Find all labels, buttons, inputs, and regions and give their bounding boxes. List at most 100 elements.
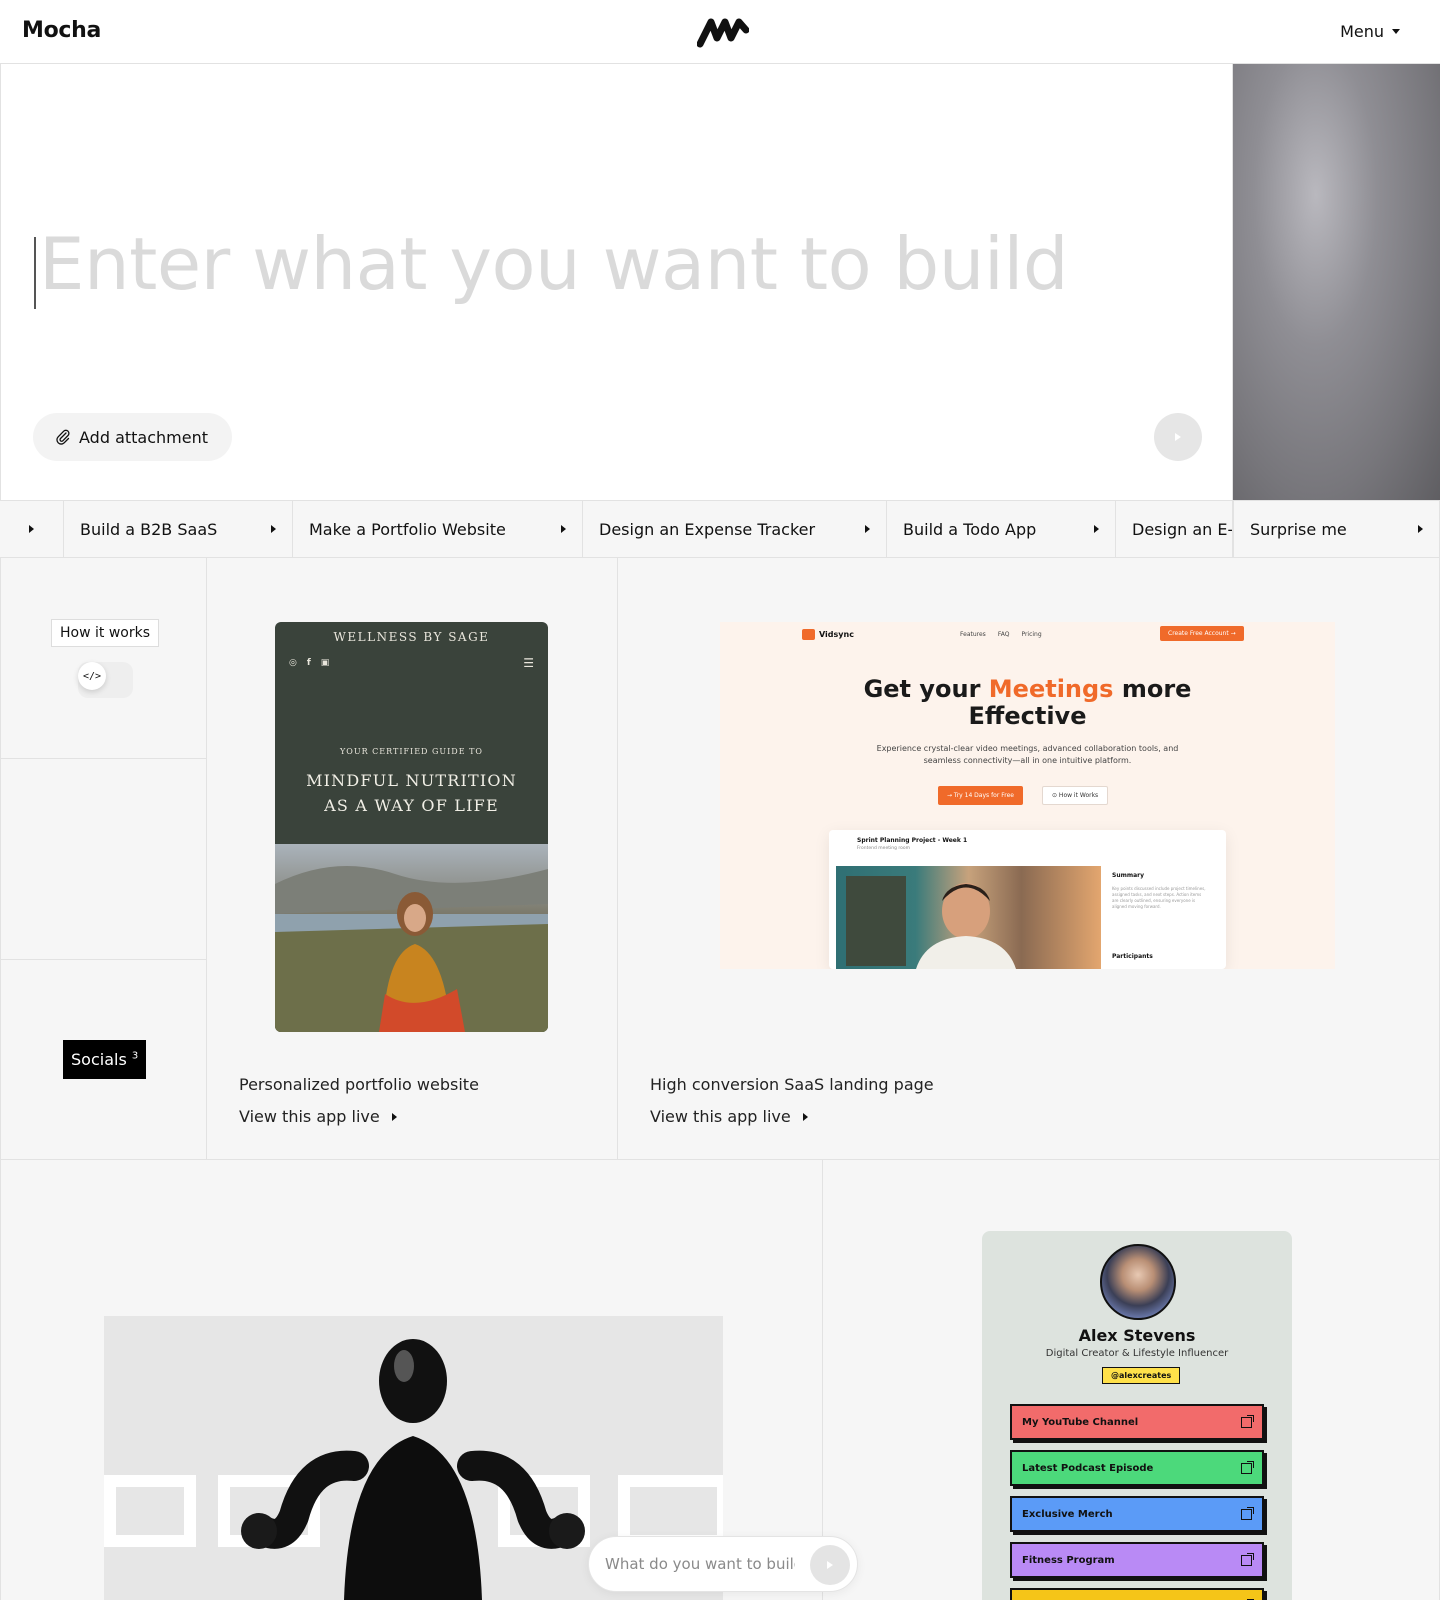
showcase-caption: High conversion SaaS landing page [650, 1075, 934, 1094]
preview-participants-label: Participants [1112, 953, 1153, 960]
view-app-live-label: View this app live [239, 1107, 380, 1126]
preview-nav: Features FAQ Pricing [960, 631, 1042, 638]
profile-name: Alex Stevens [1078, 1326, 1196, 1345]
top-nav: Mocha Menu [0, 0, 1440, 64]
how-it-works-label[interactable]: How it works [51, 619, 159, 647]
floating-prompt-bar [588, 1536, 858, 1592]
preview-summary-text: Key points discussed include project tim… [1112, 886, 1206, 909]
suggestion-label: Build a B2B SaaS [80, 519, 218, 539]
suggestion-chip[interactable]: Design an Expense Tracker [583, 501, 887, 557]
headline-part: Get your [863, 675, 989, 703]
avatar [1100, 1244, 1176, 1320]
suggestion-chip[interactable]: Build a Todo App [887, 501, 1116, 557]
profile-title: Digital Creator & Lifestyle Influencer [1045, 1348, 1229, 1359]
preview-nav-item: Pricing [1021, 631, 1042, 638]
socials-label: Socials [71, 1050, 127, 1069]
instagram-icon: ◎ [289, 658, 297, 668]
play-arrow-icon [827, 1561, 833, 1569]
preview-site-title: WELLNESS BY SAGE [333, 630, 490, 644]
external-link-icon [1241, 1414, 1254, 1428]
surprise-me-button[interactable]: Surprise me [1233, 501, 1440, 557]
suggestion-chip[interactable]: Make a Portfolio Website [293, 501, 583, 557]
preview-app-title: Sprint Planning Project - Week 1 [857, 837, 968, 844]
suggestion-bar: Build a B2B SaaS Make a Portfolio Websit… [0, 500, 1440, 558]
socials-count: 3 [131, 1050, 139, 1062]
preview-headline: MINDFUL NUTRITION AS A WAY OF LIFE [275, 768, 548, 818]
play-arrow-icon [1418, 525, 1423, 533]
play-arrow-icon [271, 525, 276, 533]
external-link-icon [1241, 1552, 1254, 1566]
profile-link-button: My YouTube Channel [1010, 1404, 1264, 1440]
add-attachment-label: Add attachment [79, 427, 208, 447]
brand-wordmark[interactable]: Mocha [22, 18, 101, 43]
video-call-frame [836, 866, 1101, 969]
profile-link-button: Fitness Program [1010, 1542, 1264, 1578]
socials-cell: Socials 3 [0, 960, 207, 1160]
preview-headline-line2: AS A WAY OF LIFE [324, 796, 499, 815]
facebook-icon: f [306, 658, 311, 668]
submit-prompt-button[interactable] [1154, 413, 1202, 461]
floating-prompt-input[interactable] [605, 1555, 795, 1573]
portfolio-preview[interactable]: WELLNESS BY SAGE ◎ f ▣ ☰ YOUR CERTIFIED … [275, 622, 548, 1032]
play-arrow-icon [561, 525, 566, 533]
preview-hero-photo [275, 844, 548, 1032]
external-link-icon [1241, 1460, 1254, 1474]
view-app-live-label: View this app live [650, 1107, 791, 1126]
man-video-photo [846, 876, 1016, 969]
build-prompt-input[interactable] [39, 222, 1139, 306]
paperclip-icon [56, 429, 70, 445]
video-camera-icon [802, 629, 815, 640]
view-app-live-link[interactable]: View this app live [650, 1107, 808, 1126]
preview-logo-text: Vidsync [819, 630, 854, 639]
how-it-works-cell: How it works </> [0, 558, 207, 759]
preview-headline: Get your Meetings more Effective [720, 676, 1335, 730]
woman-landscape-photo [275, 866, 548, 1032]
code-view-toggle[interactable]: </> [78, 662, 106, 690]
empty-cell [0, 759, 207, 960]
profile-link-button: Exclusive Merch [1010, 1496, 1264, 1532]
social-icons-row: ◎ f ▣ [289, 658, 329, 668]
profile-link-label: My YouTube Channel [1022, 1416, 1139, 1428]
profile-link-button [1010, 1588, 1264, 1600]
play-arrow-icon [1094, 525, 1099, 533]
prompt-panel: Add attachment [0, 64, 1233, 500]
hamburger-icon: ☰ [523, 656, 534, 670]
chevron-down-icon [1392, 29, 1400, 34]
profile-handle-badge: @alexcreates [1102, 1367, 1181, 1384]
saas-preview[interactable]: Vidsync Features FAQ Pricing Create Free… [720, 622, 1335, 969]
profile-link-label: Exclusive Merch [1022, 1508, 1113, 1520]
preview-primary-button: → Try 14 Days for Free [938, 786, 1023, 805]
preview-logo: Vidsync [802, 629, 854, 640]
suggestion-label: Design an Expense Tracker [599, 519, 816, 539]
preview-nav-item: FAQ [997, 631, 1010, 638]
floating-submit-button[interactable] [810, 1545, 850, 1585]
preview-cta-button: Create Free Account → [1160, 626, 1244, 641]
preview-nav-item: Features [960, 631, 986, 638]
preview-app-subtitle: Frontend meeting room [857, 846, 911, 851]
mocha-wave-logo-icon[interactable] [697, 16, 749, 48]
suggestion-label: Surprise me [1250, 519, 1347, 539]
suggestion-label: Make a Portfolio Website [309, 519, 506, 539]
menu-button[interactable]: Menu [1340, 22, 1400, 41]
suggestion-label: Build a Todo App [903, 519, 1037, 539]
play-arrow-icon [1175, 433, 1181, 441]
suggestion-label: Design an E- [1132, 519, 1233, 539]
headline-line2: Effective [968, 702, 1087, 730]
preview-description: Experience crystal-clear video meetings,… [876, 744, 1179, 765]
profile-link-button: Latest Podcast Episode [1010, 1450, 1264, 1486]
preview-secondary-button: ⊙ How it Works [1042, 786, 1109, 805]
preview-subtitle: YOUR CERTIFIED GUIDE TO [340, 747, 483, 756]
headline-accent: Meetings [988, 675, 1114, 703]
add-attachment-button[interactable]: Add attachment [33, 413, 232, 461]
suggestion-chip[interactable]: Build a B2B SaaS [64, 501, 293, 557]
link-in-bio-preview[interactable]: Alex Stevens Digital Creator & Lifestyle… [982, 1231, 1292, 1600]
preview-headline-line1: MINDFUL NUTRITION [306, 771, 517, 790]
external-link-icon [1241, 1506, 1254, 1520]
suggestion-chip[interactable]: Design an E- [1116, 501, 1233, 557]
socials-button[interactable]: Socials 3 [63, 1040, 147, 1079]
headline-part: more [1113, 675, 1192, 703]
suggestion-prev-button[interactable] [0, 501, 64, 557]
play-arrow-icon [802, 1112, 808, 1121]
preview-summary-label: Summary [1112, 872, 1145, 879]
view-app-live-link[interactable]: View this app live [239, 1107, 397, 1126]
